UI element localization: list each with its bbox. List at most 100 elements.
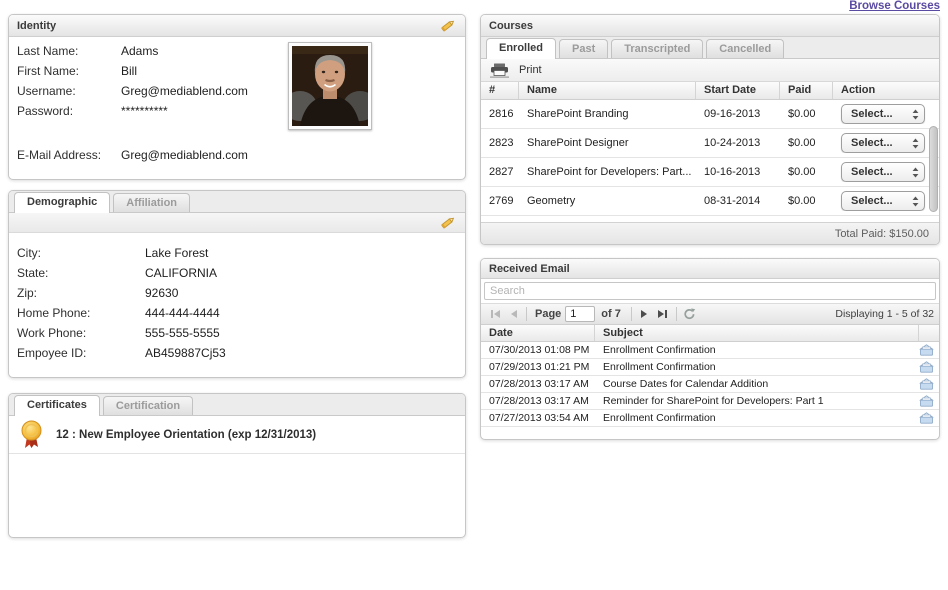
- course-row[interactable]: 2816 SharePoint Branding 09-16-2013 $0.0…: [481, 100, 939, 129]
- column-header-name[interactable]: Name: [519, 82, 696, 99]
- field-value: **********: [121, 104, 168, 118]
- email-subject: Course Dates for Calendar Addition: [595, 378, 913, 390]
- refresh-icon: [683, 308, 696, 320]
- open-email-button[interactable]: [913, 395, 939, 407]
- page-count: of 7: [601, 308, 621, 320]
- action-select-label: Select...: [851, 108, 912, 120]
- email-row[interactable]: 07/27/2013 03:54 AM Enrollment Confirmat…: [481, 410, 939, 427]
- demographic-field-row: State: CALIFORNIA: [17, 263, 457, 283]
- profile-photo-image: [292, 46, 368, 126]
- tab-demographic[interactable]: Demographic: [14, 192, 110, 213]
- email-row[interactable]: 07/29/2013 01:21 PM Enrollment Confirmat…: [481, 359, 939, 376]
- field-value: 92630: [145, 286, 178, 300]
- tab-enrolled[interactable]: Enrolled: [486, 38, 556, 59]
- courses-panel: Courses Enrolled Past Transcripted Cance…: [480, 14, 940, 245]
- demographic-field-row: City: Lake Forest: [17, 243, 457, 263]
- print-label: Print: [519, 64, 542, 76]
- course-row[interactable]: 2827 SharePoint for Developers: Part... …: [481, 158, 939, 187]
- first-page-button[interactable]: [486, 306, 504, 323]
- column-header-subject[interactable]: Subject: [595, 325, 919, 341]
- course-row[interactable]: 2823 SharePoint Designer 10-24-2013 $0.0…: [481, 129, 939, 158]
- field-value: Greg@mediablend.com: [121, 84, 248, 98]
- action-select[interactable]: Select...: [841, 191, 925, 211]
- next-page-button[interactable]: [636, 306, 654, 323]
- email-date: 07/28/2013 03:17 AM: [481, 378, 595, 390]
- courses-header: Courses: [481, 15, 939, 37]
- courses-tabstrip: Enrolled Past Transcripted Cancelled: [481, 37, 939, 59]
- edit-demographic-button[interactable]: [440, 215, 457, 230]
- demographic-field-row: Work Phone: 555-555-5555: [17, 323, 457, 343]
- field-label: First Name:: [17, 64, 121, 78]
- envelope-icon: [919, 395, 934, 407]
- first-page-icon: [490, 309, 501, 319]
- prev-page-button[interactable]: [504, 306, 522, 323]
- demographic-field-row: Zip: 92630: [17, 283, 457, 303]
- pencil-icon: [440, 18, 457, 33]
- course-action-cell: Select...: [833, 162, 927, 182]
- action-select-label: Select...: [851, 137, 912, 149]
- tab-certificates[interactable]: Certificates: [14, 395, 100, 416]
- email-row[interactable]: 07/28/2013 03:17 AM Course Dates for Cal…: [481, 376, 939, 393]
- pager-separator: [526, 307, 527, 321]
- open-email-button[interactable]: [913, 412, 939, 424]
- courses-scrollbar-thumb[interactable]: [929, 126, 938, 212]
- course-id: 2769: [481, 195, 519, 207]
- course-paid: $0.00: [780, 166, 833, 178]
- page-input[interactable]: [565, 306, 595, 322]
- column-header-date[interactable]: Date: [481, 325, 595, 341]
- field-value: 444-444-4444: [145, 306, 220, 320]
- course-row[interactable]: 2769 Geometry 08-31-2014 $0.00 Select...: [481, 187, 939, 216]
- refresh-button[interactable]: [681, 306, 699, 323]
- pencil-icon: [440, 215, 457, 230]
- select-arrows-icon: [912, 196, 919, 207]
- open-email-button[interactable]: [913, 378, 939, 390]
- browse-courses-link[interactable]: Browse Courses: [849, 0, 940, 12]
- action-select-label: Select...: [851, 166, 912, 178]
- open-email-button[interactable]: [913, 361, 939, 373]
- course-name: Geometry: [519, 195, 696, 207]
- tab-cancelled[interactable]: Cancelled: [706, 39, 784, 58]
- column-header-id[interactable]: #: [481, 82, 519, 99]
- envelope-icon: [919, 361, 934, 373]
- identity-title: Identity: [17, 20, 56, 32]
- certificate-item: 12 : New Employee Orientation (exp 12/31…: [9, 416, 465, 454]
- search-input[interactable]: [484, 282, 936, 300]
- field-value: Greg@mediablend.com: [121, 148, 248, 162]
- print-button[interactable]: Print: [489, 63, 542, 78]
- course-id: 2823: [481, 137, 519, 149]
- tab-past[interactable]: Past: [559, 39, 608, 58]
- identity-field-row: First Name: Bill: [17, 61, 457, 81]
- open-email-button[interactable]: [913, 344, 939, 356]
- tab-transcripted[interactable]: Transcripted: [611, 39, 703, 58]
- identity-field-row: Password: **********: [17, 101, 457, 121]
- action-select-label: Select...: [851, 195, 912, 207]
- certificate-text: 12 : New Employee Orientation (exp 12/31…: [56, 429, 316, 441]
- action-select[interactable]: Select...: [841, 162, 925, 182]
- demographic-field-row: Home Phone: 444-444-4444: [17, 303, 457, 323]
- received-email-panel: Received Email Page of 7: [480, 258, 940, 440]
- edit-identity-button[interactable]: [440, 18, 457, 33]
- course-start-date: 09-16-2013: [696, 108, 780, 120]
- last-page-button[interactable]: [654, 306, 672, 323]
- field-label: Home Phone:: [17, 306, 145, 320]
- envelope-icon: [919, 344, 934, 356]
- field-value: Lake Forest: [145, 246, 208, 260]
- email-row[interactable]: 07/30/2013 01:08 PM Enrollment Confirmat…: [481, 342, 939, 359]
- email-date: 07/27/2013 03:54 AM: [481, 412, 595, 424]
- course-name: SharePoint Designer: [519, 137, 696, 149]
- course-paid: $0.00: [780, 108, 833, 120]
- select-arrows-icon: [912, 109, 919, 120]
- field-value: Adams: [121, 44, 158, 58]
- field-value: 555-555-5555: [145, 326, 220, 340]
- column-header-paid[interactable]: Paid: [780, 82, 833, 99]
- column-header-start-date[interactable]: Start Date: [696, 82, 780, 99]
- demographic-subheader: [9, 213, 465, 233]
- column-header-action[interactable]: Action: [833, 82, 927, 99]
- envelope-icon: [919, 378, 934, 390]
- email-row[interactable]: 07/28/2013 03:17 AM Reminder for SharePo…: [481, 393, 939, 410]
- action-select[interactable]: Select...: [841, 104, 925, 124]
- tab-certification[interactable]: Certification: [103, 396, 193, 415]
- action-select[interactable]: Select...: [841, 133, 925, 153]
- column-header-blank: [919, 325, 939, 341]
- tab-affiliation[interactable]: Affiliation: [113, 193, 190, 212]
